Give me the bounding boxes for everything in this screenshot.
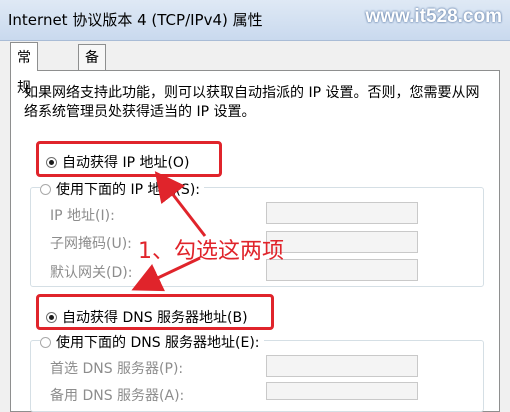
annotation-arrows (131, 171, 207, 292)
annotation-text: 1、勾选这两项 (138, 239, 284, 264)
tab-general[interactable]: 常规 (10, 42, 38, 96)
arrow-to-auto-ip (154, 171, 207, 237)
